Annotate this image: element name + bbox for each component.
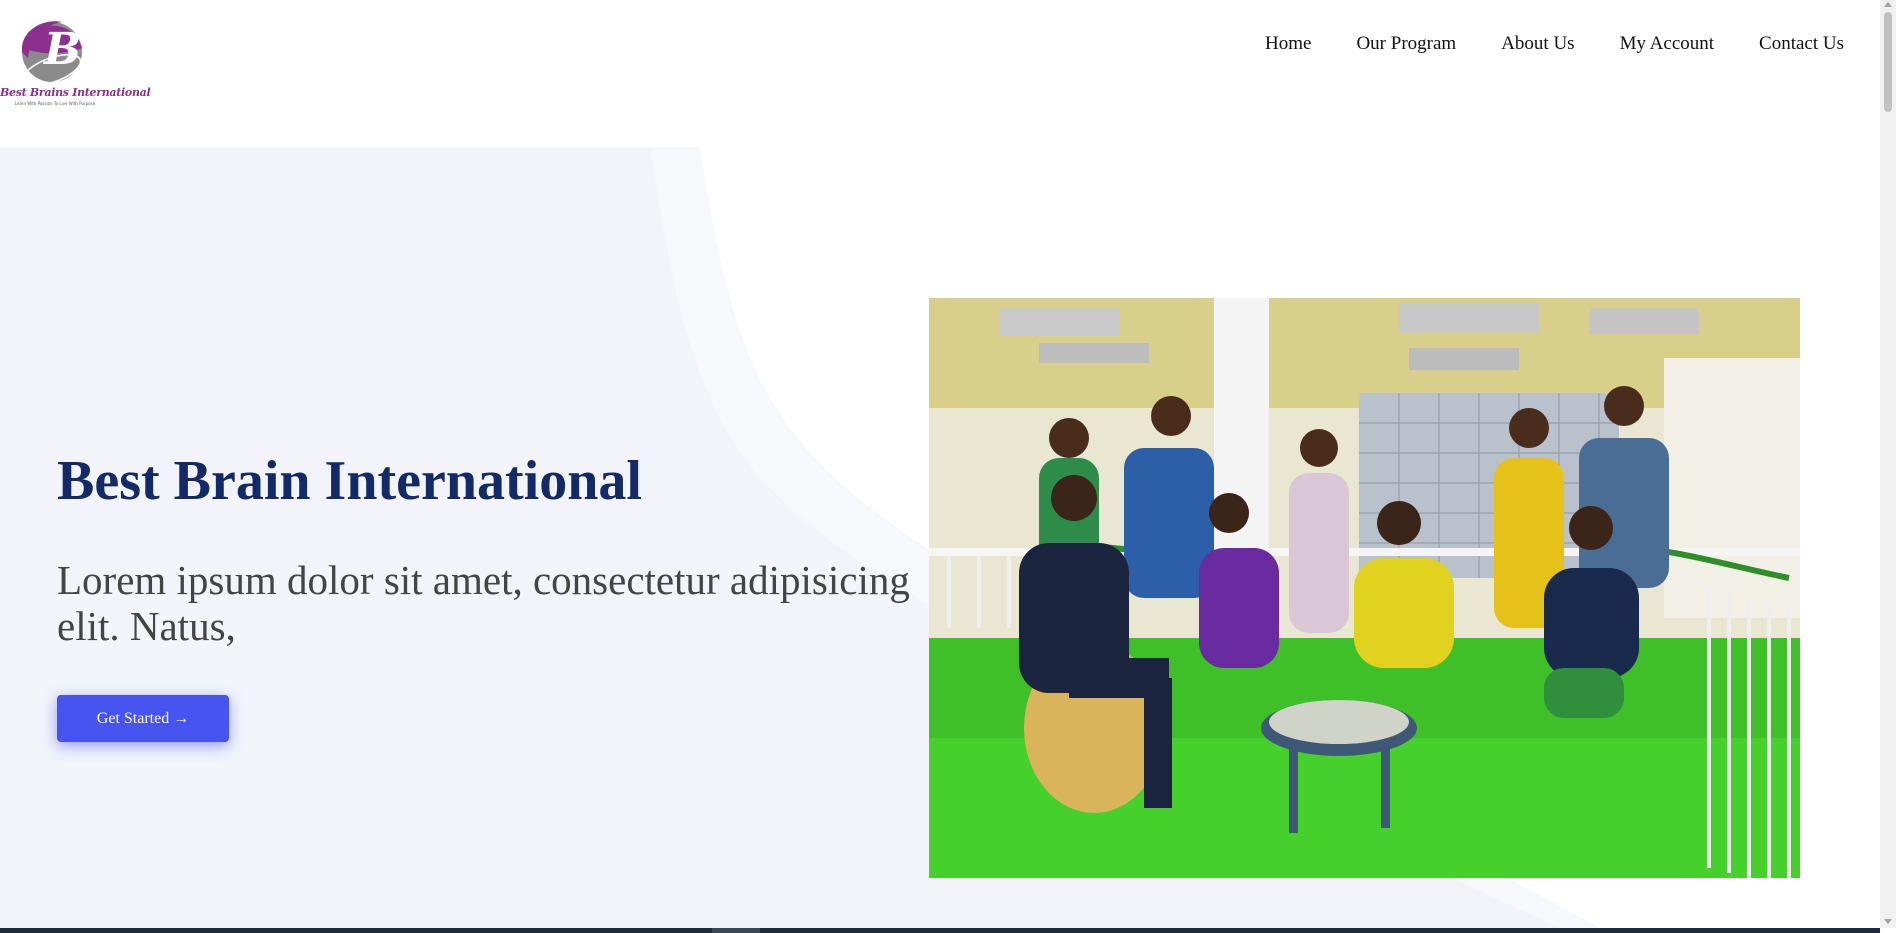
bottom-bar-mark	[712, 928, 760, 933]
scroll-up-icon[interactable]	[1884, 2, 1892, 7]
nav-my-account[interactable]: My Account	[1620, 33, 1714, 55]
hero-section: Best Brain International Lorem ipsum dol…	[0, 147, 1880, 928]
main-nav: Home Our Program About Us My Account Con…	[1220, 33, 1844, 55]
nav-home[interactable]: Home	[1265, 33, 1311, 55]
get-started-button[interactable]: Get Started →	[57, 695, 229, 742]
scrollbar-thumb[interactable]	[1884, 12, 1892, 112]
brand-logo[interactable]: B Best Brains International Learn With P…	[0, 18, 151, 110]
svg-text:B: B	[42, 24, 81, 75]
logo-wordmark: Best Brains International	[0, 86, 151, 99]
logo-tagline: Learn With Passion To Live With Purpose	[14, 101, 96, 106]
next-section-edge	[0, 928, 1880, 933]
hero-subtitle: Lorem ipsum dolor sit amet, consectetur …	[57, 557, 910, 649]
site-header: B Best Brains International Learn With P…	[0, 0, 1880, 147]
page-scrollbar[interactable]	[1880, 0, 1896, 928]
nav-contact-us[interactable]: Contact Us	[1759, 33, 1844, 55]
hero-group-photo	[929, 298, 1800, 878]
hero-title: Best Brain International	[57, 450, 642, 512]
group-photo-image	[929, 298, 1800, 878]
nav-our-program[interactable]: Our Program	[1356, 33, 1456, 55]
scroll-down-icon[interactable]	[1884, 919, 1892, 924]
page: B Best Brains International Learn With P…	[0, 0, 1896, 933]
nav-about-us[interactable]: About Us	[1501, 33, 1574, 55]
